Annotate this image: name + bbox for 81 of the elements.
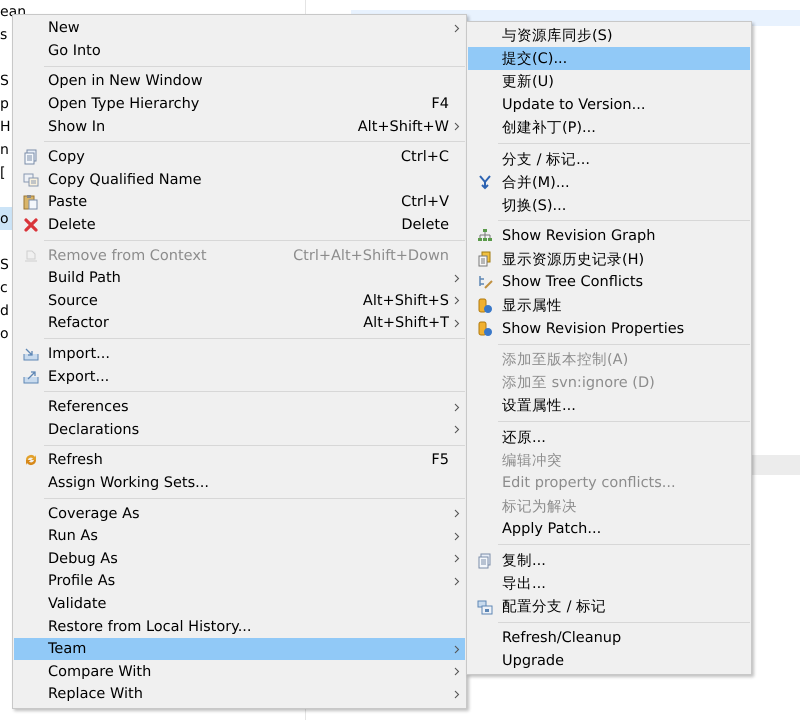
menu-item[interactable]: Refresh F5 bbox=[14, 449, 465, 472]
menu-item[interactable]: 导出... bbox=[468, 572, 750, 596]
menu-item[interactable]: Import... bbox=[14, 342, 465, 366]
menu-item[interactable]: 显示属性 bbox=[468, 294, 750, 318]
menu-item[interactable]: 创建补丁(P)... bbox=[468, 116, 750, 140]
menu-item[interactable]: Compare With bbox=[14, 660, 465, 684]
menu-item[interactable]: Open Type Hierarchy F4 bbox=[14, 92, 465, 116]
menu-item[interactable]: 设置属性... bbox=[468, 394, 750, 418]
menu-item[interactable]: 更新(U) bbox=[468, 70, 750, 94]
shortcut-text: Alt+Shift+W bbox=[358, 118, 449, 135]
menu-item[interactable]: Upgrade bbox=[468, 649, 750, 672]
delete-icon bbox=[23, 217, 39, 234]
shortcut-text: F5 bbox=[431, 452, 449, 468]
remove-icon bbox=[23, 248, 39, 264]
menu-item[interactable]: Restore from Local History... bbox=[14, 615, 465, 638]
menu-item[interactable]: Show Tree Conflicts bbox=[468, 270, 750, 294]
menu-item[interactable]: References bbox=[14, 396, 465, 418]
menu-item[interactable]: 与资源库同步(S) bbox=[468, 24, 750, 48]
menu-item[interactable]: 配置分支 / 标记 bbox=[468, 595, 750, 618]
copy-icon bbox=[23, 149, 39, 166]
menu-item[interactable]: Update to Version... bbox=[468, 93, 750, 116]
shortcut-text: Ctrl+C bbox=[400, 149, 449, 166]
menu-item[interactable]: 分支 / 标记... bbox=[468, 147, 750, 171]
tree-item[interactable]: S bbox=[0, 256, 9, 272]
shortcut-text: Delete bbox=[401, 217, 449, 234]
clipboard-icon bbox=[23, 194, 39, 210]
export-icon bbox=[23, 368, 39, 385]
tree-item[interactable]: [ bbox=[0, 164, 6, 180]
menu-item[interactable]: Show In Alt+Shift+W bbox=[14, 115, 465, 138]
tree-item[interactable]: s bbox=[0, 26, 8, 42]
menu-item[interactable]: Open in New Window bbox=[14, 70, 465, 93]
merge-icon bbox=[477, 174, 493, 190]
menu-item[interactable]: Export... bbox=[14, 365, 465, 388]
menu-item[interactable]: 复制... bbox=[468, 548, 750, 572]
copy-icon bbox=[477, 552, 493, 569]
shortcut-text: Ctrl+V bbox=[401, 194, 449, 210]
properties-icon bbox=[477, 298, 493, 314]
menu-item[interactable]: Apply Patch... bbox=[468, 518, 750, 541]
import-icon bbox=[23, 346, 39, 362]
tree-item[interactable]: c bbox=[0, 280, 8, 296]
menu-item[interactable]: Source Alt+Shift+S bbox=[14, 290, 465, 312]
menu-item[interactable]: Debug As bbox=[14, 547, 465, 570]
tree-conflict-icon bbox=[477, 274, 493, 290]
menu-item[interactable]: Run As bbox=[14, 524, 465, 548]
tree-item[interactable]: S bbox=[0, 72, 9, 88]
menu-item[interactable]: Refactor Alt+Shift+T bbox=[14, 312, 465, 335]
menu-item[interactable]: New bbox=[14, 17, 465, 40]
menu-item[interactable]: 合并(M)... bbox=[468, 170, 750, 194]
menu-item[interactable]: Show Revision Graph bbox=[468, 224, 750, 248]
menu-item[interactable]: Assign Working Sets... bbox=[14, 472, 465, 494]
tree-item[interactable]: d bbox=[0, 302, 9, 318]
menu-item[interactable]: Show Revision Properties bbox=[468, 317, 750, 340]
menu-item[interactable]: 提交(C)... bbox=[468, 47, 750, 70]
menu-item[interactable]: 切换(S)... bbox=[468, 194, 750, 217]
menu-item[interactable]: Refresh/Cleanup bbox=[468, 626, 750, 650]
menu-item[interactable]: Declarations bbox=[14, 418, 465, 442]
menu-item[interactable]: Profile As bbox=[14, 570, 465, 593]
history-icon bbox=[477, 251, 493, 268]
menu-item[interactable]: Copy Qualified Name bbox=[14, 168, 465, 192]
tree-item[interactable]: n bbox=[0, 142, 9, 158]
shortcut-text: F4 bbox=[431, 96, 449, 112]
menu-item[interactable]: Paste Ctrl+V bbox=[14, 191, 465, 214]
branches-icon bbox=[477, 598, 493, 615]
menu-item[interactable]: 显示资源历史记录(H) bbox=[468, 248, 750, 271]
menu-item[interactable]: Coverage As bbox=[14, 502, 465, 525]
menu-item[interactable]: Validate bbox=[14, 592, 465, 616]
menu-item[interactable]: Delete Delete bbox=[14, 214, 465, 236]
properties-icon bbox=[477, 320, 493, 337]
menu-item[interactable]: Replace With bbox=[14, 683, 465, 706]
menu-item[interactable]: Team bbox=[14, 638, 465, 660]
tree-item[interactable]: o bbox=[0, 326, 9, 342]
menu-item[interactable]: Build Path bbox=[14, 266, 465, 290]
menu-item[interactable]: 还原... bbox=[468, 426, 750, 449]
tree-item[interactable]: p bbox=[0, 96, 9, 112]
tree-item[interactable]: H bbox=[0, 118, 11, 134]
shortcut-text: Alt+Shift+S bbox=[362, 292, 449, 309]
shortcut-text: Alt+Shift+T bbox=[363, 315, 449, 332]
menu-item[interactable]: Copy Ctrl+C bbox=[14, 146, 465, 169]
menu-item[interactable]: Go Into bbox=[14, 40, 465, 62]
shortcut-text: Ctrl+Alt+Shift+Down bbox=[293, 248, 449, 264]
copy-icon bbox=[23, 172, 39, 188]
